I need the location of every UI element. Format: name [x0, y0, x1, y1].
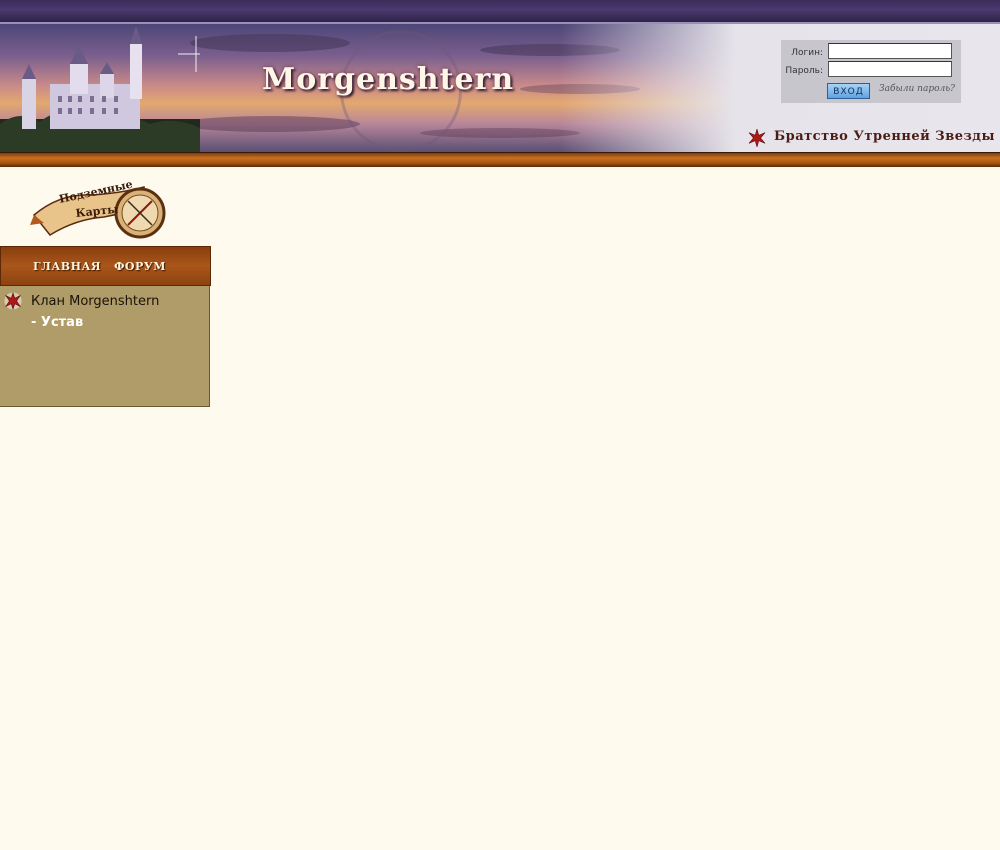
- underground-maps-logo[interactable]: Подземные Карты: [30, 175, 170, 243]
- login-form: Логин: Пароль: ВХОД Забыли пароль?: [781, 40, 961, 103]
- tagline-text: Братство Утренней Звезды: [774, 129, 995, 144]
- enter-button[interactable]: ВХОД: [827, 83, 870, 99]
- sidebar-menu: Клан Morgenshtern - Устав: [0, 286, 210, 407]
- top-bar: [0, 0, 1000, 24]
- header-divider: [0, 152, 1000, 167]
- forgot-password-link[interactable]: Забыли пароль?: [879, 84, 955, 94]
- login-input[interactable]: [828, 43, 952, 59]
- nav-home-link[interactable]: ГЛАВНАЯ: [33, 260, 101, 273]
- main-nav: ГЛАВНАЯ ФОРУМ: [0, 246, 211, 286]
- menu-subitem-charter[interactable]: - Устав: [31, 315, 83, 330]
- castle-image: [0, 26, 200, 152]
- login-label: Логин:: [791, 48, 823, 58]
- site-logo-title[interactable]: Morgenshtern: [262, 62, 514, 97]
- password-input[interactable]: [828, 61, 952, 77]
- star-icon: [4, 292, 22, 310]
- menu-item-clan[interactable]: Клан Morgenshtern: [31, 294, 159, 309]
- password-label: Пароль:: [785, 66, 823, 76]
- star-icon: [748, 129, 766, 147]
- nav-forum-link[interactable]: ФОРУМ: [114, 260, 166, 273]
